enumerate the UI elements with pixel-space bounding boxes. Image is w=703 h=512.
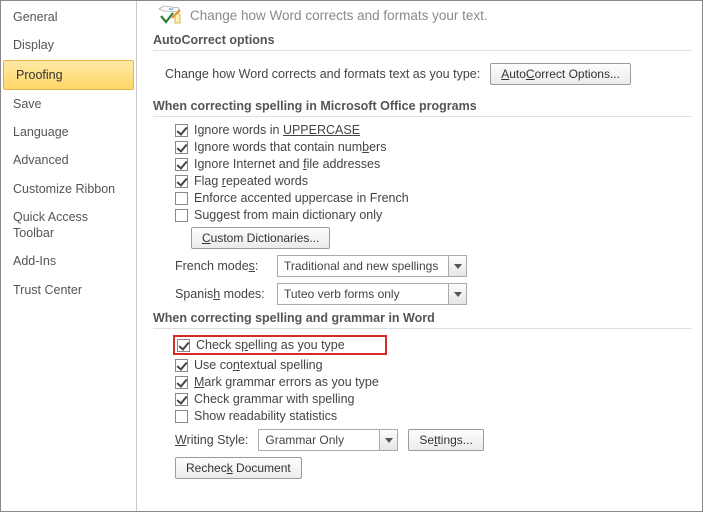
options-sidebar: GeneralDisplayProofingSaveLanguageAdvanc… (1, 1, 137, 511)
check-spelling[interactable]: Check spelling as you type (177, 338, 345, 352)
ignore-urls-checkbox[interactable] (175, 158, 188, 171)
enforce-french[interactable]: Enforce accented uppercase in French (175, 191, 409, 205)
sidebar-item-trust-center[interactable]: Trust Center (1, 276, 136, 304)
french-modes-label: French modes: (175, 259, 267, 273)
section-word-title: When correcting spelling and grammar in … (153, 311, 692, 329)
sidebar-item-language[interactable]: Language (1, 118, 136, 146)
contextual-spelling-checkbox[interactable] (175, 359, 188, 372)
writing-style-select[interactable]: Grammar Only (258, 429, 398, 451)
suggest-main[interactable]: Suggest from main dictionary only (175, 208, 382, 222)
suggest-main-checkbox[interactable] (175, 209, 188, 222)
ignore-uppercase[interactable]: Ignore words in UPPERCASE (175, 123, 360, 137)
show-readability-checkbox[interactable] (175, 410, 188, 423)
flag-repeat[interactable]: Flag repeated words (175, 174, 308, 188)
ignore-urls[interactable]: Ignore Internet and file addresses (175, 157, 380, 171)
panel-header: Change how Word corrects and formats you… (153, 5, 692, 25)
mark-grammar-checkbox[interactable] (175, 376, 188, 389)
autocorrect-row: Change how Word corrects and formats tex… (153, 57, 692, 93)
spanish-modes-label: Spanish modes: (175, 287, 267, 301)
enforce-french-checkbox[interactable] (175, 192, 188, 205)
sidebar-item-customize-ribbon[interactable]: Customize Ribbon (1, 175, 136, 203)
check-grammar-with-spelling[interactable]: Check grammar with spelling (175, 392, 354, 406)
sidebar-item-add-ins[interactable]: Add-Ins (1, 247, 136, 275)
ignore-uppercase-checkbox[interactable] (175, 124, 188, 137)
check-spelling-checkbox[interactable] (177, 339, 190, 352)
sidebar-item-save[interactable]: Save (1, 90, 136, 118)
writing-style-label: Writing Style: (175, 433, 248, 447)
section-autocorrect-title: AutoCorrect options (153, 33, 692, 51)
chevron-down-icon[interactable] (379, 430, 397, 450)
mark-grammar[interactable]: Mark grammar errors as you type (175, 375, 379, 389)
check-grammar-with-spelling-checkbox[interactable] (175, 393, 188, 406)
proofing-panel: Change how Word corrects and formats you… (137, 1, 702, 511)
proofing-icon (158, 5, 182, 25)
ignore-numbers[interactable]: Ignore words that contain numbers (175, 140, 386, 154)
settings-button[interactable]: Settings... (408, 429, 483, 451)
spanish-modes-select[interactable]: Tuteo verb forms only (277, 283, 467, 305)
autocorrect-options-button[interactable]: AutoCorrect Options... (490, 63, 631, 85)
chevron-down-icon[interactable] (448, 284, 466, 304)
sidebar-item-proofing[interactable]: Proofing (3, 60, 134, 90)
highlighted-check-spelling: Check spelling as you type (173, 335, 387, 355)
ignore-numbers-checkbox[interactable] (175, 141, 188, 154)
contextual-spelling[interactable]: Use contextual spelling (175, 358, 323, 372)
autocorrect-text: Change how Word corrects and formats tex… (165, 67, 480, 81)
sidebar-item-general[interactable]: General (1, 3, 136, 31)
custom-dictionaries-button[interactable]: Custom Dictionaries... (191, 227, 330, 249)
french-modes-select[interactable]: Traditional and new spellings (277, 255, 467, 277)
sidebar-item-advanced[interactable]: Advanced (1, 146, 136, 174)
sidebar-item-quick-access-toolbar[interactable]: Quick Access Toolbar (1, 203, 136, 248)
flag-repeat-checkbox[interactable] (175, 175, 188, 188)
recheck-document-button[interactable]: Recheck Document (175, 457, 302, 479)
show-readability[interactable]: Show readability statistics (175, 409, 337, 423)
section-office-title: When correcting spelling in Microsoft Of… (153, 99, 692, 117)
sidebar-item-display[interactable]: Display (1, 31, 136, 59)
panel-header-text: Change how Word corrects and formats you… (190, 8, 488, 23)
chevron-down-icon[interactable] (448, 256, 466, 276)
